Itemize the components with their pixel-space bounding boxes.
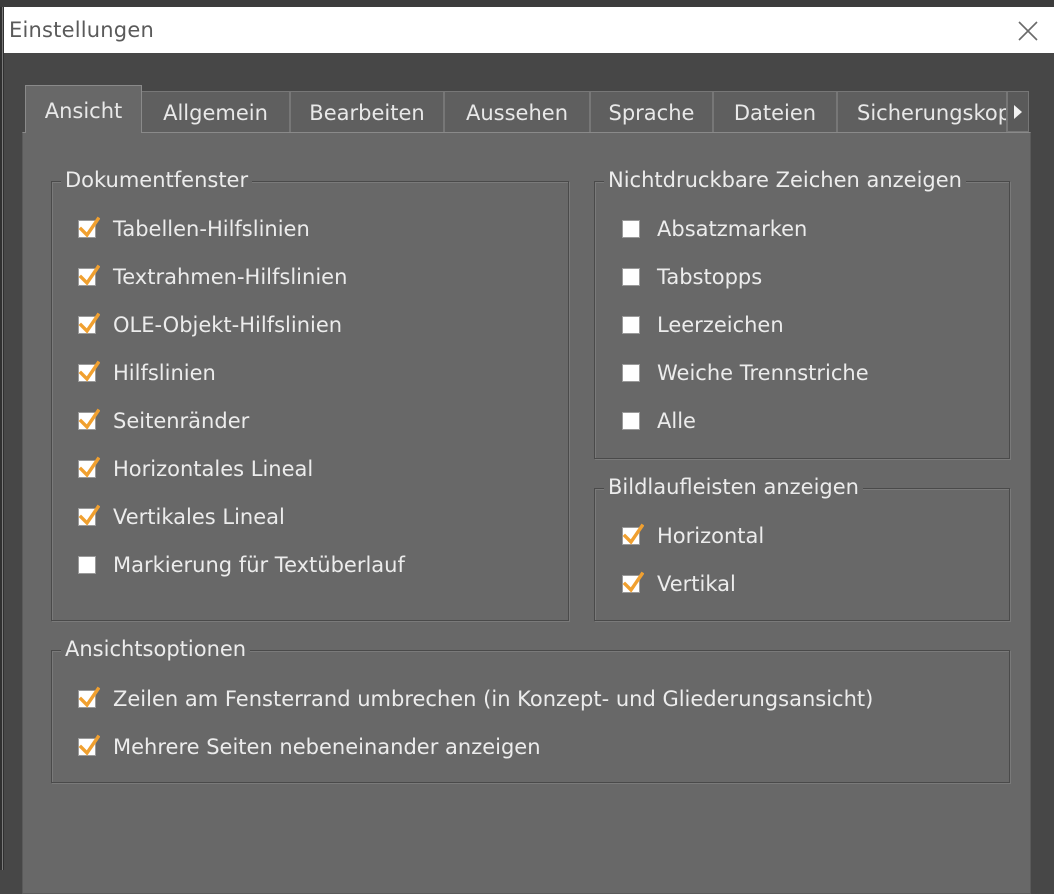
checkmark-icon	[78, 264, 100, 286]
group-dokumentfenster: Dokumentfenster Tabellen-Hilfslinien Text…	[51, 168, 569, 621]
checkbox-checked[interactable]	[622, 523, 644, 545]
checkbox-dokumentfenster-2[interactable]: OLE-Objekt-Hilfslinien	[78, 310, 342, 340]
checkbox-unchecked[interactable]	[622, 268, 640, 286]
checkbox-dokumentfenster-7[interactable]: Markierung für Textüberlauf	[78, 550, 405, 580]
checkbox-dokumentfenster-5[interactable]: Horizontales Lineal	[78, 454, 313, 484]
checkbox-label: Hilfslinien	[113, 361, 216, 385]
checkbox-bildlaufleisten-1[interactable]: Vertikal	[622, 569, 736, 599]
checkmark-icon	[78, 312, 100, 334]
checkbox-checked[interactable]	[78, 456, 100, 478]
tab-sicherungskopie[interactable]: Sicherungskopie	[837, 91, 1007, 132]
tab-ansicht[interactable]: Ansicht	[25, 85, 142, 133]
checkbox-bildlaufleisten-0[interactable]: Horizontal	[622, 521, 764, 551]
close-icon	[1018, 21, 1038, 41]
title-bar: Einstellungen	[4, 7, 1054, 53]
checkbox-label: Seitenränder	[113, 409, 250, 433]
checkmark-icon	[622, 571, 644, 593]
tab-panel-ansicht: Dokumentfenster Tabellen-Hilfslinien Text…	[22, 132, 1031, 894]
checkbox-label: Horizontales Lineal	[113, 457, 314, 481]
checkbox-checked[interactable]	[78, 264, 100, 286]
group-ansichtsoptionen: Ansichtsoptionen Zeilen am Fensterrand u…	[51, 637, 1010, 783]
group-legend: Nichtdruckbare Zeichen anzeigen	[604, 168, 966, 192]
checkbox-label: Vertikal	[657, 572, 736, 596]
checkbox-label: Horizontal	[657, 524, 765, 548]
checkbox-checked[interactable]	[78, 216, 100, 238]
checkbox-dokumentfenster-0[interactable]: Tabellen-Hilfslinien	[78, 214, 310, 244]
window-left-edge	[0, 7, 4, 870]
checkbox-ansichtsoptionen-1[interactable]: Mehrere Seiten nebeneinander anzeigen	[78, 732, 541, 762]
checkbox-nichtdruckbare-2[interactable]: Leerzeichen	[622, 310, 784, 340]
group-bildlaufleisten: Bildlaufleisten anzeigen Horizontal Verti…	[594, 475, 1010, 621]
checkbox-label: Leerzeichen	[657, 313, 784, 337]
checkbox-checked[interactable]	[622, 571, 644, 593]
checkmark-icon	[78, 686, 100, 708]
window-top-edge	[0, 0, 1054, 7]
tab-sprache[interactable]: Sprache	[590, 91, 713, 132]
checkbox-unchecked[interactable]	[622, 316, 640, 334]
checkmark-icon	[78, 456, 100, 478]
checkbox-label: Textrahmen-Hilfslinien	[113, 265, 348, 289]
checkbox-checked[interactable]	[78, 504, 100, 526]
checkbox-dokumentfenster-4[interactable]: Seitenränder	[78, 406, 249, 436]
checkbox-dokumentfenster-1[interactable]: Textrahmen-Hilfslinien	[78, 262, 347, 292]
checkbox-label: OLE-Objekt-Hilfslinien	[113, 313, 343, 337]
checkbox-label: Absatzmarken	[657, 217, 808, 241]
checkbox-label: Mehrere Seiten nebeneinander anzeigen	[113, 735, 541, 759]
checkbox-nichtdruckbare-4[interactable]: Alle	[622, 406, 696, 436]
checkmark-icon	[78, 216, 100, 238]
checkmark-icon	[622, 523, 644, 545]
tab-bearbeiten[interactable]: Bearbeiten	[290, 91, 444, 132]
checkbox-ansichtsoptionen-0[interactable]: Zeilen am Fensterrand umbrechen (in Konz…	[78, 684, 873, 714]
checkbox-label: Zeilen am Fensterrand umbrechen (in Konz…	[113, 687, 874, 711]
checkbox-unchecked[interactable]	[78, 556, 96, 574]
close-button[interactable]	[1016, 19, 1040, 43]
checkbox-dokumentfenster-3[interactable]: Hilfslinien	[78, 358, 216, 388]
group-legend: Bildlaufleisten anzeigen	[604, 475, 863, 499]
window-title: Einstellungen	[9, 18, 154, 42]
checkbox-nichtdruckbare-1[interactable]: Tabstopps	[622, 262, 762, 292]
checkbox-nichtdruckbare-3[interactable]: Weiche Trennstriche	[622, 358, 869, 388]
checkbox-checked[interactable]	[78, 360, 100, 382]
chevron-right-icon	[1014, 105, 1022, 119]
checkbox-label: Vertikales Lineal	[113, 505, 285, 529]
group-nichtdruckbare-zeichen: Nichtdruckbare Zeichen anzeigen Absatzma…	[594, 168, 1010, 459]
checkbox-checked[interactable]	[78, 686, 100, 708]
checkbox-checked[interactable]	[78, 312, 100, 334]
checkbox-checked[interactable]	[78, 408, 100, 430]
checkbox-label: Tabstopps	[657, 265, 763, 289]
checkmark-icon	[78, 360, 100, 382]
checkbox-label: Markierung für Textüberlauf	[113, 553, 405, 577]
checkbox-dokumentfenster-6[interactable]: Vertikales Lineal	[78, 502, 285, 532]
group-legend: Ansichtsoptionen	[61, 637, 251, 661]
tab-dateien[interactable]: Dateien	[713, 91, 837, 132]
tab-allgemein[interactable]: Allgemein	[141, 91, 290, 132]
checkbox-label: Tabellen-Hilfslinien	[113, 217, 310, 241]
checkbox-unchecked[interactable]	[622, 412, 640, 430]
checkbox-label: Alle	[657, 409, 696, 433]
checkmark-icon	[78, 408, 100, 430]
checkbox-unchecked[interactable]	[622, 364, 640, 382]
tab-scroll-right-button[interactable]	[1007, 91, 1029, 132]
tab-aussehen[interactable]: Aussehen	[444, 91, 590, 132]
group-legend: Dokumentfenster	[61, 168, 253, 192]
checkbox-checked[interactable]	[78, 734, 100, 756]
checkmark-icon	[78, 504, 100, 526]
checkmark-icon	[78, 734, 100, 756]
checkbox-label: Weiche Trennstriche	[657, 361, 869, 385]
checkbox-unchecked[interactable]	[622, 220, 640, 238]
checkbox-nichtdruckbare-0[interactable]: Absatzmarken	[622, 214, 807, 244]
